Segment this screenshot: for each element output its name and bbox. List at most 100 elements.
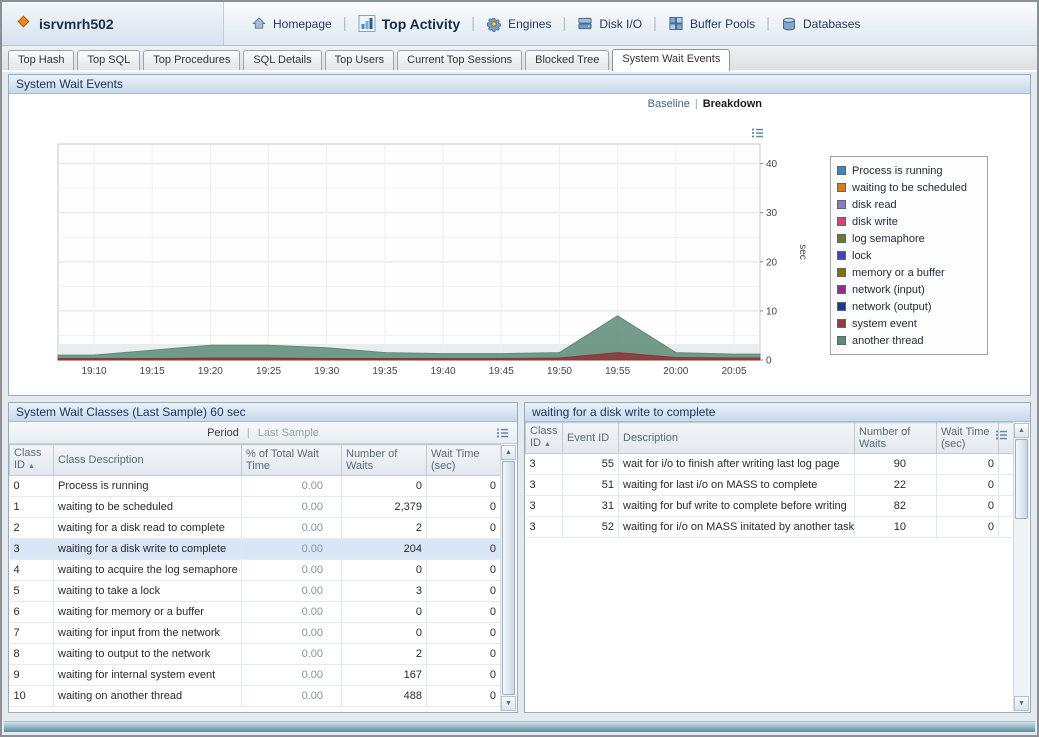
x-tick-label: 19:40 [431,366,456,377]
table-row[interactable]: 352waiting for i/o on MASS initated by a… [526,517,1014,538]
cell-description: waiting for memory or a buffer [54,602,242,623]
engines-icon [486,16,502,32]
server-badge[interactable]: isrvmrh502 [2,2,224,45]
table-row[interactable]: 331waiting for buf write to complete bef… [526,496,1014,517]
legend-swatch [837,251,846,260]
cell-wait_time: 0 [427,686,501,707]
cell-description: wait for i/o to finish after writing las… [619,454,855,475]
cell-class_id: 0 [10,476,54,497]
scroll-thumb[interactable] [502,461,515,695]
tab-top-sql[interactable]: Top SQL [77,50,140,70]
wait-classes-scrollbar[interactable]: ▲ ▼ [500,445,516,711]
scroll-thumb[interactable] [1015,439,1028,519]
legend-label: disk write [852,216,898,228]
table-row[interactable]: 351waiting for last i/o on MASS to compl… [526,475,1014,496]
tab-blocked-tree[interactable]: Blocked Tree [525,50,609,70]
cell-waits: 82 [855,496,937,517]
cell-waits: 2 [342,518,427,539]
tab-top-hash[interactable]: Top Hash [8,50,74,70]
col-header-wait-time-sec[interactable]: Wait Time (sec) [937,423,999,454]
col-header-class-description[interactable]: Class Description [54,445,242,476]
cell-waits: 0 [342,560,427,581]
tab-top-procedures[interactable]: Top Procedures [143,50,240,70]
nav-top-activity[interactable]: Top Activity [347,15,472,32]
tab-sql-details[interactable]: SQL Details [243,50,321,70]
scroll-track[interactable] [501,460,516,696]
sort-asc-icon: ▲ [544,441,551,448]
col-header-class-id[interactable]: Class ID▲ [10,445,54,476]
nav-buffer-pools[interactable]: Buffer Pools [657,16,766,31]
table-row[interactable]: 6waiting for memory or a buffer0.0000 [10,602,501,623]
panel-title: waiting for a disk write to complete [532,405,715,419]
col-header-event-id[interactable]: Event ID [563,423,619,454]
table-row[interactable]: 8waiting to output to the network0.0020 [10,644,501,665]
table-row[interactable]: 7waiting for input from the network0.000… [10,623,501,644]
bar-chart-icon [358,15,376,32]
table-row[interactable]: 5waiting to take a lock0.0030 [10,581,501,602]
nav-label: Homepage [273,17,332,31]
cell-wait_time: 0 [427,539,501,560]
legend-label: Process is running [852,165,943,177]
cell-waits: 167 [342,665,427,686]
cell-class_id: 3 [10,539,54,560]
col-header-number-of-waits[interactable]: Number of Waits [342,445,427,476]
wait-events-scrollbar[interactable]: ▲ ▼ [1013,423,1029,711]
legend-swatch [837,200,846,209]
table-row[interactable]: 4waiting to acquire the log semaphore0.0… [10,560,501,581]
wait-classes-panel: System Wait Classes (Last Sample) 60 sec… [8,402,518,713]
window-footer [4,721,1035,732]
col-header-of-total-wait-time[interactable]: % of Total Wait Time [242,445,342,476]
col-header-number-of-waits[interactable]: Number of Waits [855,423,937,454]
cell-event_id: 52 [563,517,619,538]
grid-menu-icon[interactable] [496,427,509,442]
table-row[interactable]: 0Process is running0.0000 [10,476,501,497]
tab-system-wait-events[interactable]: System Wait Events [612,49,730,71]
scroll-up-button[interactable]: ▲ [501,445,516,460]
cell-waits: 3 [342,581,427,602]
nav-engines[interactable]: Engines [475,16,562,32]
table-row[interactable]: 9waiting for internal system event0.0016… [10,665,501,686]
cell-waits: 0 [342,602,427,623]
grid-menu-icon[interactable] [995,428,1008,446]
cell-pct: 0.00 [242,644,342,665]
col-header-wait-time-sec[interactable]: Wait Time (sec) [427,445,501,476]
cell-description: waiting on another thread [54,686,242,707]
nav-label: Engines [508,17,551,31]
cell-wait_time: 0 [427,623,501,644]
baseline-link[interactable]: Baseline [648,98,690,110]
scroll-up-button[interactable]: ▲ [1014,423,1029,438]
breakdown-link[interactable]: Breakdown [703,98,762,110]
col-header-class-id[interactable]: Class ID▲ [526,423,563,454]
table-header-row: Class ID▲ Class Description % of Total Wai… [10,445,501,476]
col-header-label: Class Description [58,454,144,466]
cell-wait_time: 0 [427,560,501,581]
y-tick-label: 20 [766,257,778,268]
cell-waits: 0 [342,623,427,644]
col-header-description[interactable]: Description [619,423,855,454]
cell-description: waiting for a disk write to complete [54,539,242,560]
cell-class_id: 9 [10,665,54,686]
cell-pct: 0.00 [242,686,342,707]
nav-databases[interactable]: Databases [770,16,871,32]
cell-waits: 2 [342,644,427,665]
scroll-track[interactable] [1014,438,1029,696]
nav-disk-i-o[interactable]: Disk I/O [566,16,653,31]
table-row[interactable]: 10waiting on another thread0.004880 [10,686,501,707]
cell-description: Process is running [54,476,242,497]
tab-top-users[interactable]: Top Users [325,50,395,70]
x-tick-label: 19:50 [547,366,572,377]
nav-homepage[interactable]: Homepage [240,16,343,31]
table-row[interactable]: 3waiting for a disk write to complete0.0… [10,539,501,560]
scroll-down-button[interactable]: ▼ [501,696,516,711]
cell-wait_time: 0 [427,476,501,497]
period-value-dropdown[interactable]: Last Sample [258,427,319,439]
scroll-down-button[interactable]: ▼ [1014,696,1029,711]
table-row[interactable]: 2waiting for a disk read to complete0.00… [10,518,501,539]
table-row[interactable]: 355wait for i/o to finish after writing … [526,454,1014,475]
x-tick-label: 19:10 [81,366,106,377]
legend-label: disk read [852,199,897,211]
x-tick-label: 19:30 [314,366,339,377]
table-row[interactable]: 1waiting to be scheduled0.002,3790 [10,497,501,518]
tab-current-top-sessions[interactable]: Current Top Sessions [397,50,522,70]
filler-cell [999,496,1014,517]
